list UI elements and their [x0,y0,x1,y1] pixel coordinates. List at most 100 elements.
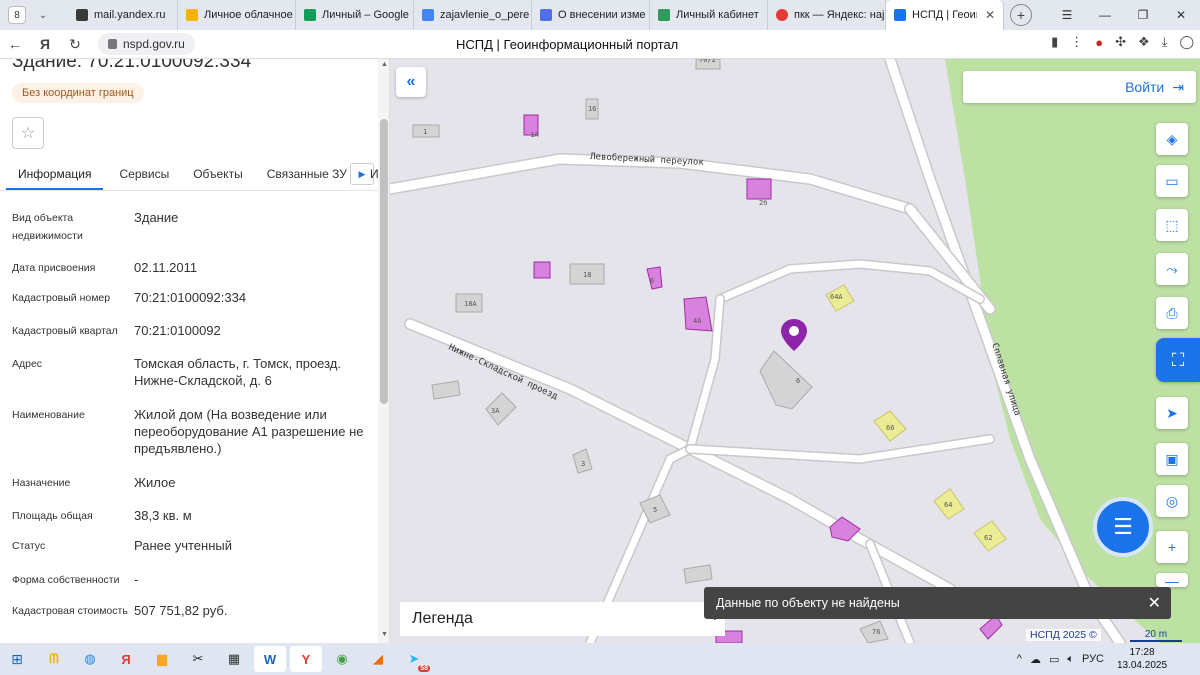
reload-icon[interactable]: ↻ [60,36,90,53]
house-number-18: 18 [583,271,591,279]
close-icon[interactable]: ✕ [1148,593,1161,613]
scale-bar: 20 m [1130,629,1182,642]
house-number-64a: 64А [830,293,843,301]
property-value: Здание [134,210,179,225]
system-tray: ^ ☁ ▭ 🔈︎ РУС 17:28 13.04.2025 [1017,643,1200,675]
windows-start-icon[interactable]: ⊞ [0,651,34,668]
capcut-icon[interactable]: ✂ [182,646,214,672]
browser-tab[interactable]: mail.yandex.ru [68,0,178,30]
tab-information[interactable]: Информация [6,159,104,190]
house-number-1: 1 [423,128,427,136]
ruler-button[interactable]: ▭ [1156,165,1188,197]
new-tab-button[interactable]: + [1010,4,1032,26]
collapse-panel-button[interactable]: « [396,67,426,97]
browser-tab[interactable]: Личный – Google [296,0,414,30]
scrollbar-thumb[interactable] [380,119,388,404]
back-icon[interactable]: ← [0,36,30,52]
tab-counter-badge[interactable]: 8 [8,6,26,24]
calendar-icon[interactable]: ▦ [218,646,250,672]
clock-date: 13.04.2025 [1116,660,1168,671]
star-icon: ☆ [20,125,36,142]
tab-services[interactable]: Сервисы [107,159,181,190]
login-button[interactable]: Войти ⇥ [963,71,1196,103]
file-explorer-icon[interactable]: ▆ [146,646,178,672]
sketch-icon[interactable]: ◢ [362,646,394,672]
yandex-icon [776,9,788,21]
tab-label: Личный – Google [322,9,409,21]
collections-icon[interactable]: ❖ [1138,34,1150,50]
browser-tab[interactable]: Личное облачное [178,0,296,30]
property-value: 02.11.2011 [134,260,198,275]
favorite-button[interactable]: ☆ [12,117,44,149]
chrome-icon[interactable]: ◉ [326,646,358,672]
scroll-down-icon[interactable]: ▼ [381,631,388,638]
location-pin-icon [781,319,807,351]
yandex-browser-icon[interactable]: Я [110,646,142,672]
chat-button[interactable]: ☰ [1093,497,1153,557]
battery-icon[interactable]: ▭ [1049,653,1059,666]
navigate-button[interactable]: ➤ [1156,397,1188,429]
close-tab-icon[interactable]: ✕ [985,8,995,22]
browser-tab[interactable]: О внесении изме [532,0,650,30]
scroll-up-icon[interactable]: ▲ [381,61,388,68]
minimize-icon[interactable]: — [1086,8,1124,22]
telegram-badge: 58 [418,665,430,672]
zoom-out-button[interactable]: — [1156,573,1188,587]
bookmark-icon[interactable]: ▮ [1051,34,1058,50]
property-label: Адрес [12,358,43,370]
downloads-icon[interactable]: ⤓ [1162,34,1168,50]
share-icon: ⤳ [1166,260,1178,277]
property-value: 70:21:0100092 [134,323,221,338]
property-value: 70:21:0100092:334 [134,290,247,305]
minimap-button[interactable]: ▣ [1156,443,1188,475]
share-button[interactable]: ⤳ [1156,253,1188,285]
yandex-music-icon[interactable]: ᗰ [38,646,70,672]
legend-panel[interactable]: Легенда ⌄ [400,602,725,636]
basemap-button[interactable]: ⛶ [1156,338,1200,382]
tray-chevron-up-icon[interactable]: ^ [1017,653,1022,665]
account-icon[interactable]: ◯ [1179,34,1194,50]
property-row: Вид объекта недвижимости Здание [0,209,378,259]
language-indicator[interactable]: РУС [1082,653,1104,665]
extensions-icon[interactable]: ✣ [1115,34,1126,50]
yandex-icon[interactable]: Y [290,646,322,672]
chevron-down-icon[interactable]: ⌄ [32,10,54,21]
property-label: Назначение [12,477,71,489]
telegram-icon[interactable]: ➤ 58 [398,646,430,672]
menu-icon[interactable]: ☰ [1048,8,1086,22]
restore-icon[interactable]: ❐ [1124,8,1162,22]
profile-icon[interactable]: ● [1095,35,1103,50]
geolocation-button[interactable]: ◎ [1156,485,1188,517]
edge-icon[interactable]: ◍ [74,646,106,672]
layers-button[interactable]: ◈ [1156,123,1188,155]
yandex-home-icon[interactable]: Я [30,36,60,52]
close-window-icon[interactable]: ✕ [1162,8,1200,22]
house-number-3a: 3А [491,407,500,415]
word-icon[interactable]: W [254,646,286,672]
house-number-76: 76 [872,628,880,636]
tab-related[interactable]: Связанные ЗУ [255,159,359,190]
house-number-4a: 4А [693,317,702,325]
house-number-3: 3 [581,460,585,468]
browser-actions: ▮ ⋮ ● ✣ ❖ ⤓ ◯ [1051,34,1194,50]
browser-tab[interactable]: пкк — Яндекс: нај [768,0,886,30]
browser-tab[interactable]: zajavlenie_o_pere [414,0,532,30]
panel-scrollbar[interactable]: ▲ ▼ [378,59,389,643]
browser-tab-active[interactable]: НСПД | Геоинф ✕ [886,0,1004,30]
clock[interactable]: 17:28 13.04.2025 [1112,646,1172,672]
more-icon[interactable]: ⋮ [1070,34,1083,50]
select-area-button[interactable]: ⬚ [1156,209,1188,241]
map-view[interactable]: 1 16 1А 2б 18 18А 4А 6 64А 3А 3 5 66 64 … [390,59,1200,643]
cloud-icon [186,9,198,21]
url-field[interactable]: nspd.gov.ru [98,33,195,55]
onedrive-icon[interactable]: ☁ [1030,653,1041,666]
speaker-icon[interactable]: 🔈︎ [1067,653,1074,666]
nspd-icon [894,9,906,21]
browser-tab[interactable]: Личный кабинет [650,0,768,30]
zoom-in-button[interactable]: + [1156,531,1188,563]
tab-objects[interactable]: Объекты [181,159,255,190]
property-value: 38,3 кв. м [134,508,192,523]
house-number-66: 66 [886,424,894,432]
tab-label: zajavlenie_o_pere [440,9,530,21]
print-button[interactable]: ⎙ [1156,297,1188,329]
